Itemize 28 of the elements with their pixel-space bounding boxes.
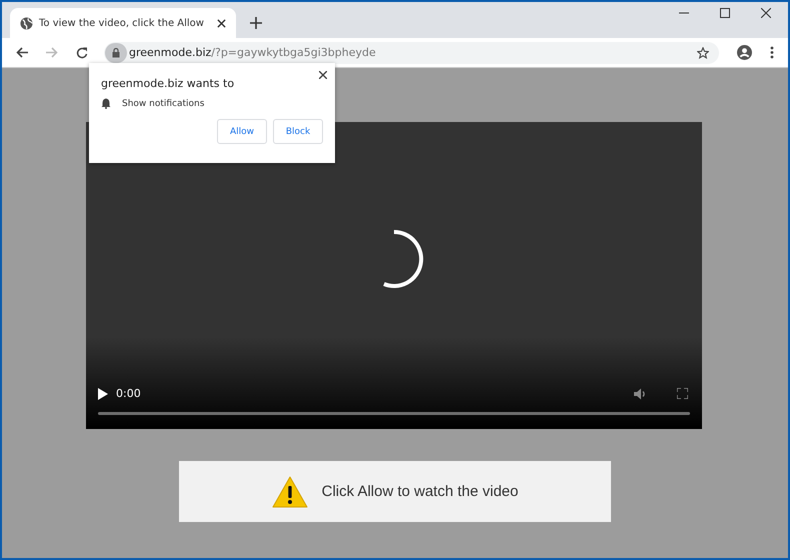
url-text: greenmode.biz/?p=gaywkytbga5gi3bpheyde (129, 46, 376, 59)
popup-button[interactable]: Allow (217, 119, 267, 144)
close-tab-icon[interactable] (217, 18, 226, 28)
permission-text: Show notifications (122, 98, 204, 108)
volume-icon[interactable] (634, 388, 647, 400)
play-icon[interactable] (98, 388, 108, 400)
bell-icon (101, 98, 111, 109)
popup-title: greenmode.biz wants to (101, 77, 236, 90)
globe-icon (20, 16, 33, 30)
browser-tab[interactable]: To view the video, click the Allow (10, 8, 236, 38)
fullscreen-icon[interactable] (677, 388, 688, 399)
profile-icon[interactable] (737, 45, 752, 60)
address-bar[interactable]: greenmode.biz/?p=gaywkytbga5gi3bpheyde (104, 42, 719, 64)
lock-icon[interactable] (105, 42, 127, 62)
star-icon[interactable] (697, 46, 709, 58)
close-icon[interactable] (319, 71, 327, 79)
popup-button[interactable]: Block (273, 119, 323, 144)
tab-title: To view the video, click the Allow (39, 18, 205, 28)
warning-icon (272, 476, 308, 508)
maximize-icon[interactable] (720, 8, 730, 18)
message-text: Click Allow to watch the video (322, 483, 518, 500)
menu-icon[interactable] (770, 46, 774, 59)
reload-icon[interactable] (76, 46, 88, 58)
video-time: 0:00 (116, 387, 141, 400)
close-icon[interactable] (761, 8, 771, 18)
new-tab-icon[interactable] (250, 17, 262, 29)
back-arrow-icon[interactable] (16, 47, 28, 58)
minimize-icon[interactable] (679, 12, 689, 14)
